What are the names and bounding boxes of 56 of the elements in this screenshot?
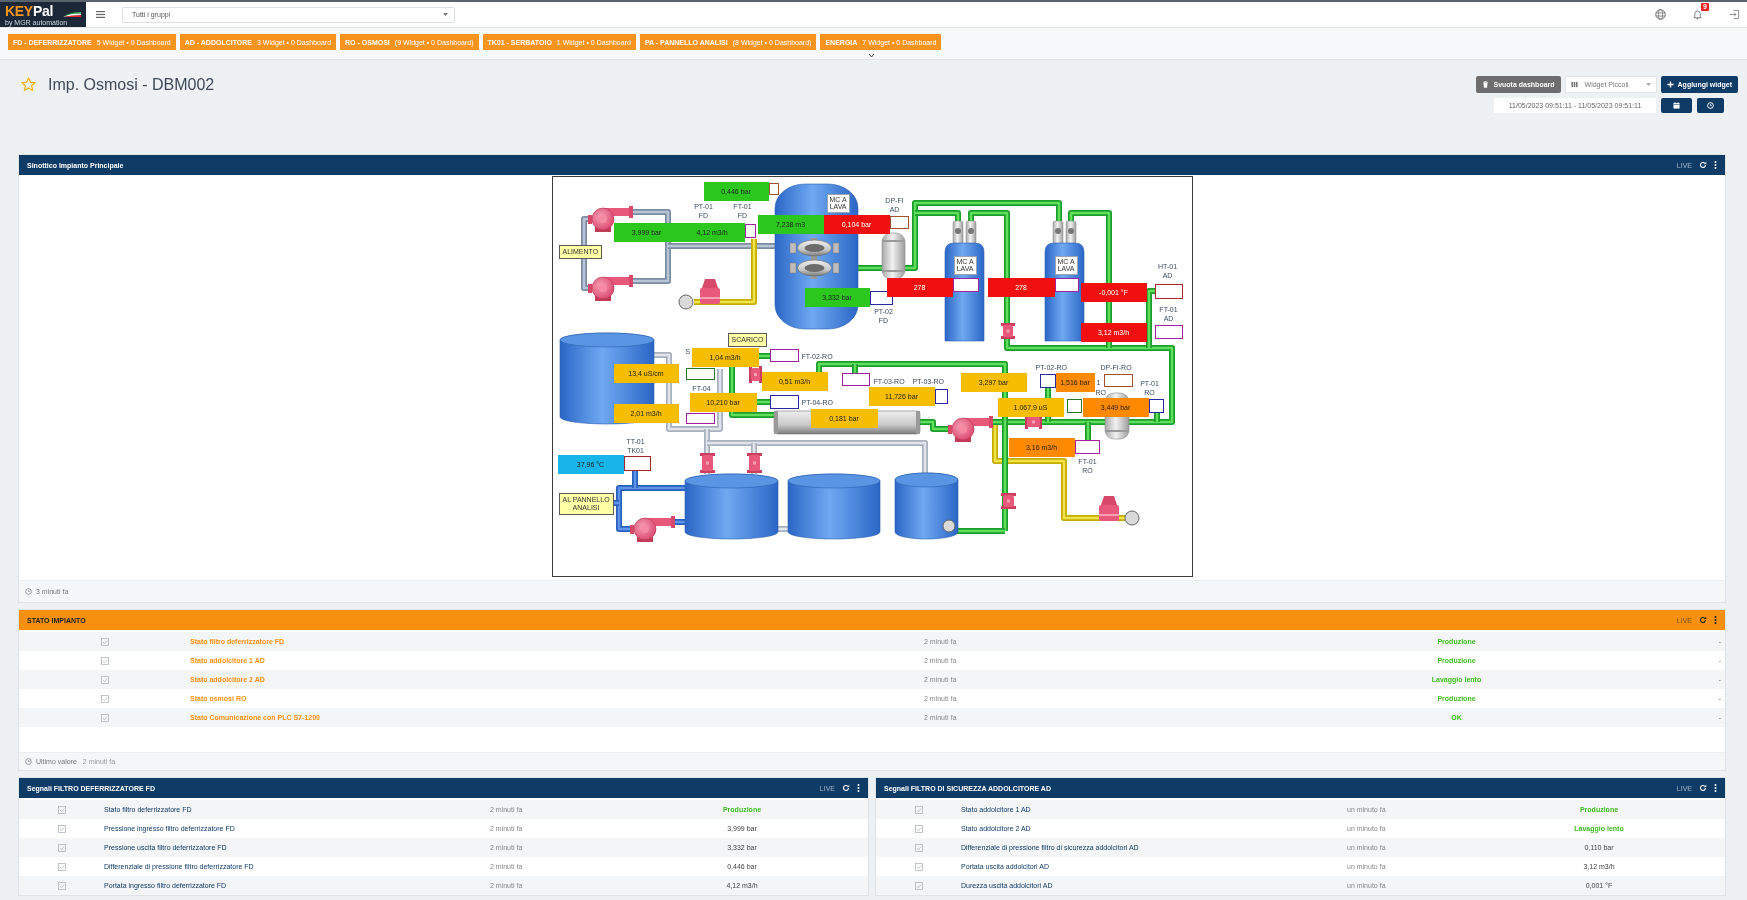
check-square-icon — [100, 675, 109, 684]
trash-icon — [1482, 81, 1490, 88]
valve-icon — [746, 453, 762, 473]
bell-icon[interactable] — [1692, 9, 1703, 20]
globe-icon[interactable] — [1655, 9, 1666, 20]
gauge-icon — [678, 294, 693, 310]
check-square-icon — [914, 862, 923, 871]
clock-icon — [25, 588, 32, 595]
relief-valve-icon — [1098, 496, 1119, 521]
valve-manifold — [789, 238, 839, 279]
menu-icon[interactable] — [96, 11, 105, 18]
gauge-icon — [942, 519, 955, 533]
check-square-icon — [57, 843, 66, 852]
caret-icon — [443, 13, 448, 16]
more-options-icon[interactable] — [1714, 161, 1717, 169]
dashboard-title: Imp. Osmosi - DBM002 — [48, 76, 215, 93]
calendar-button[interactable] — [1661, 98, 1692, 113]
check-square-icon — [914, 824, 923, 833]
relief-valve-icon — [699, 279, 720, 304]
check-square-icon — [914, 843, 923, 852]
calendar-icon — [1673, 102, 1680, 109]
refresh-icon[interactable] — [1699, 616, 1707, 624]
pump-icon — [587, 275, 633, 301]
check-square-icon — [100, 656, 109, 665]
storage-tank — [894, 472, 958, 540]
pump-icon — [629, 516, 675, 542]
gauge-icon — [1124, 510, 1139, 526]
check-square-icon — [57, 881, 66, 890]
check-square-icon — [100, 637, 109, 646]
valve-icon — [748, 366, 762, 383]
check-square-icon — [914, 805, 923, 814]
more-options-icon[interactable] — [1714, 784, 1717, 792]
collapse-caret-icon[interactable] — [869, 54, 874, 57]
valve-icon — [1000, 323, 1015, 339]
cartridge-filter — [881, 232, 905, 280]
check-square-icon — [57, 862, 66, 871]
more-options-icon[interactable] — [857, 784, 860, 792]
columns-icon — [1570, 81, 1578, 88]
check-square-icon — [57, 805, 66, 814]
clock-icon — [1707, 102, 1714, 109]
caret-icon — [1645, 83, 1651, 86]
valve-icon — [1000, 493, 1016, 509]
plus-icon — [1666, 81, 1674, 88]
logout-icon[interactable] — [1729, 9, 1740, 20]
flag-swoosh-icon — [63, 12, 81, 17]
pump-icon — [947, 416, 993, 442]
check-square-icon — [57, 824, 66, 833]
more-options-icon[interactable] — [1714, 616, 1717, 624]
favorite-star-icon[interactable] — [21, 77, 36, 92]
logo-wordmark: KEYPal — [5, 3, 53, 18]
check-square-icon — [914, 881, 923, 890]
valve-icon — [699, 453, 715, 473]
check-square-icon — [100, 713, 109, 722]
time-button[interactable] — [1697, 98, 1724, 113]
check-square-icon — [100, 694, 109, 703]
clock-icon — [25, 758, 32, 765]
